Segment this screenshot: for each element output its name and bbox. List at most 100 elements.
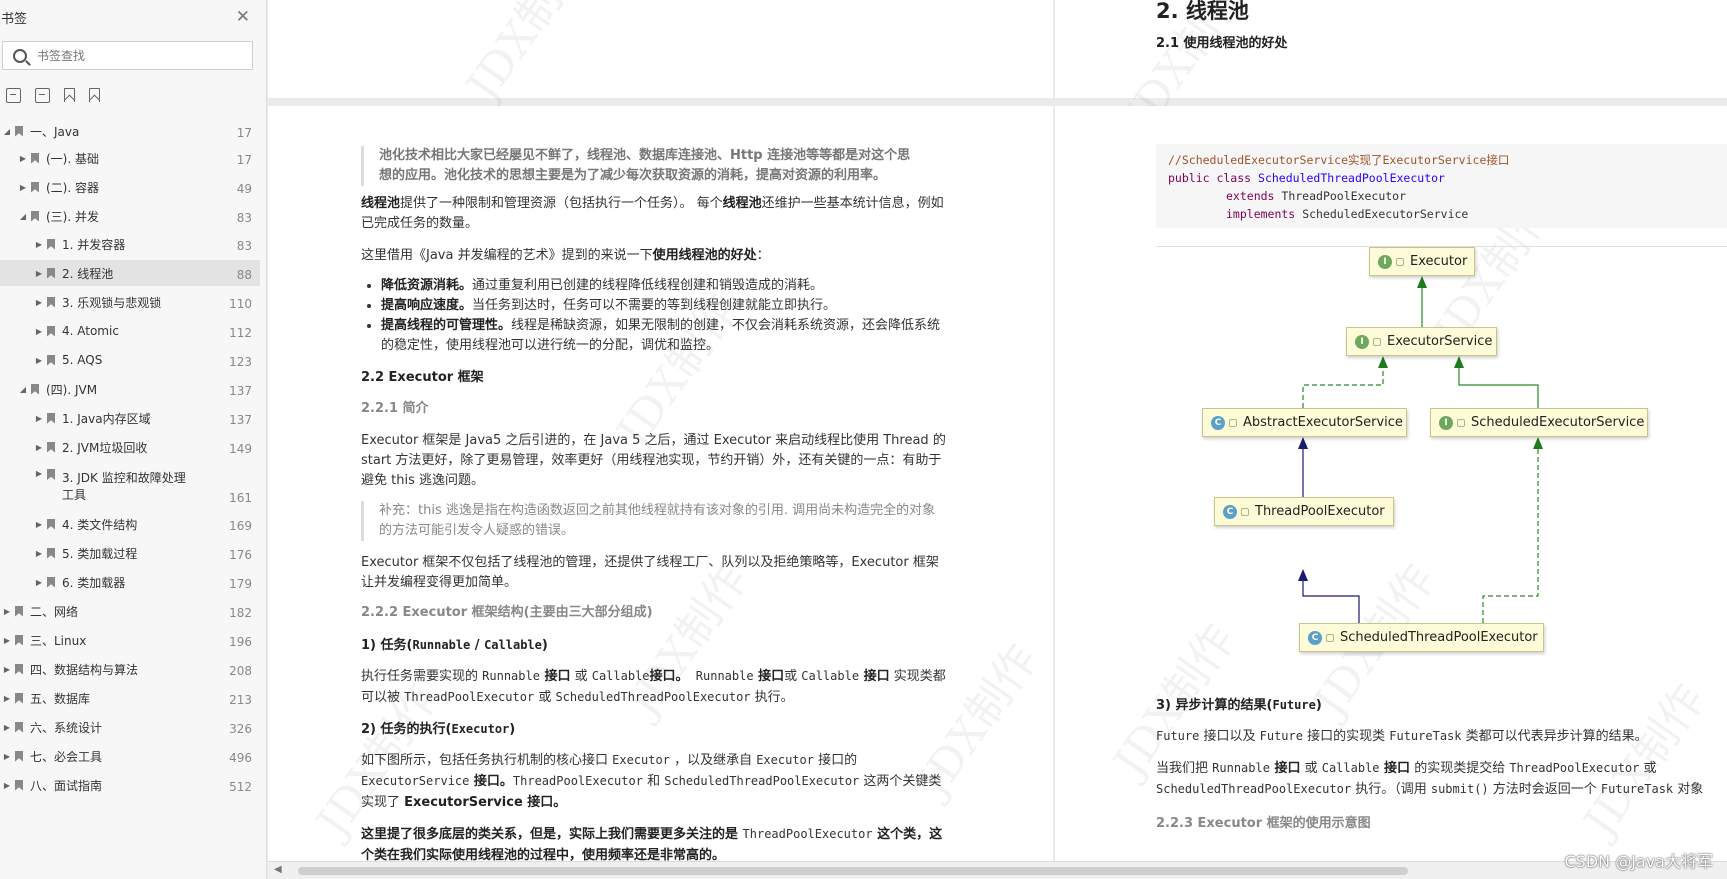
- horizontal-scrollbar[interactable]: ◀: [268, 861, 1727, 879]
- expand-arrow-icon[interactable]: ▶: [35, 240, 43, 249]
- expand-arrow-icon[interactable]: ▶: [19, 154, 27, 163]
- text: 执行。（调用: [1351, 782, 1431, 797]
- add-bookmark-icon[interactable]: [64, 88, 75, 102]
- bookmark-item[interactable]: ▶ 五、数据库 213: [0, 685, 260, 711]
- bookmark-item[interactable]: ▶ 4. Atomic 112: [0, 318, 260, 344]
- text: 和: [642, 774, 665, 789]
- delete-bookmark-icon[interactable]: [89, 88, 100, 102]
- bookmark-item[interactable]: ▶ 八、面试指南 512: [0, 772, 260, 798]
- bold-text: 接口: [539, 669, 571, 684]
- bookmark-icon: [47, 576, 55, 588]
- text: 当任务到达时，任务可以不需要的等到线程创建就能立即执行。: [472, 298, 837, 313]
- expand-all-icon[interactable]: [6, 87, 21, 103]
- bookmark-page-number: 196: [229, 635, 252, 649]
- uml-arrowhead: [1533, 437, 1543, 449]
- heading-thread-pool: 2. 线程池: [1156, 0, 1249, 23]
- bookmark-item[interactable]: ◢ (三). 并发 83: [0, 203, 260, 229]
- expand-arrow-icon[interactable]: ▶: [35, 578, 43, 587]
- bookmark-label-text: 2. JVM垃圾回收: [62, 440, 148, 455]
- bookmark-item[interactable]: ▶ 6. 类加载器 179: [0, 569, 260, 595]
- bold-text: 接口: [1379, 761, 1411, 776]
- bookmark-label: 1. Java内存区域: [62, 410, 151, 427]
- bookmark-item[interactable]: ▶ 5. AQS 123: [0, 347, 260, 373]
- code-text: Executor: [612, 753, 670, 767]
- expand-arrow-icon[interactable]: ▶: [35, 356, 43, 365]
- bookmark-label-text: 4. 类文件结构: [62, 517, 138, 532]
- expand-arrow-icon[interactable]: ▶: [35, 443, 43, 452]
- expand-arrow-icon[interactable]: ◢: [3, 127, 11, 136]
- bookmark-item[interactable]: ▶ 四、数据结构与算法 208: [0, 656, 260, 682]
- bold-text: 降低资源消耗。: [381, 278, 473, 293]
- bookmark-item[interactable]: ▶ 2. JVM垃圾回收 149: [0, 434, 260, 460]
- bookmark-item[interactable]: ▶ 六、系统设计 326: [0, 714, 260, 740]
- bookmark-item[interactable]: ▶ 3. JDK 监控和故障处理 工具 161: [0, 463, 260, 507]
- bookmark-label: 1. 并发容器: [62, 236, 125, 253]
- bookmark-item[interactable]: ▶ 4. 类文件结构 169: [0, 511, 260, 537]
- expand-arrow-icon[interactable]: ▶: [35, 520, 43, 529]
- bookmark-icon: [47, 441, 55, 453]
- bookmark-icon: [47, 412, 55, 424]
- expand-arrow-icon[interactable]: ▶: [35, 327, 43, 336]
- bookmark-item[interactable]: ▶ 1. 并发容器 83: [0, 231, 260, 257]
- bold-text: 提高线程的可管理性。: [381, 318, 512, 333]
- expand-arrow-icon[interactable]: ▶: [3, 694, 11, 703]
- bookmark-label-text: 八、面试指南: [30, 778, 103, 793]
- code-text: ThreadPoolExecutor: [512, 774, 643, 788]
- expand-arrow-icon[interactable]: ▶: [3, 636, 11, 645]
- bookmark-item[interactable]: ▶ 三、Linux 196: [0, 627, 260, 653]
- bold-text: 这里提了很多底层的类关系，但是，实际上我们需要更多关注的是: [361, 827, 743, 842]
- expand-arrow-icon[interactable]: ▶: [35, 549, 43, 558]
- expand-arrow-icon[interactable]: ▶: [3, 607, 11, 616]
- expand-arrow-icon[interactable]: ◢: [19, 385, 27, 394]
- bookmark-icon: [15, 750, 23, 762]
- bookmark-item[interactable]: ▶ 二、网络 182: [0, 598, 260, 624]
- uml-node-thread-pool-executor: C ThreadPoolExecutor: [1214, 497, 1394, 526]
- scroll-left-icon[interactable]: ◀: [274, 864, 282, 875]
- bookmark-toolbar: [0, 75, 266, 115]
- bold-text: 线程池: [722, 196, 762, 211]
- bookmark-item[interactable]: ◢ 一、Java 17: [0, 118, 260, 144]
- scrollbar-thumb[interactable]: [298, 867, 1408, 875]
- paragraph-future: Future 接口以及 Future 接口的实现类 FutureTask 类都可…: [1156, 726, 1727, 747]
- bookmark-page-number: 83: [236, 239, 252, 253]
- expand-arrow-icon[interactable]: ▶: [3, 781, 11, 790]
- bookmark-page-number: 176: [229, 548, 252, 562]
- page-top-right: 2. 线程池 2.1 使用线程池的好处 JDX制作: [1055, 0, 1727, 140]
- bookmark-item[interactable]: ▶ 3. 乐观锁与悲观锁 110: [0, 289, 260, 315]
- expand-arrow-icon[interactable]: ▶: [3, 665, 11, 674]
- expand-arrow-icon[interactable]: ▶: [35, 414, 43, 423]
- expand-arrow-icon[interactable]: ▶: [35, 269, 43, 278]
- close-icon[interactable]: ✕: [236, 7, 250, 27]
- text: 接口的实现类: [1302, 729, 1390, 744]
- bookmark-item[interactable]: ▶ 2. 线程池 88: [0, 260, 260, 286]
- bookmark-page-number: 17: [236, 126, 252, 140]
- bookmark-label: 五、数据库: [30, 690, 90, 707]
- bookmark-label-text: 6. 类加载器: [62, 575, 126, 590]
- expand-arrow-icon[interactable]: ▶: [19, 183, 27, 192]
- expand-arrow-icon[interactable]: ▶: [35, 469, 43, 478]
- bookmark-label: (三). 并发: [46, 208, 99, 225]
- bookmark-item[interactable]: ▶ (二). 容器 49: [0, 174, 260, 200]
- paragraph-benefits-intro: 这里借用《Java 并发编程的艺术》提到的来说一下使用线程池的好处：: [361, 246, 946, 266]
- bookmark-item[interactable]: ▶ 5. 类加载过程 176: [0, 540, 260, 566]
- bookmark-item[interactable]: ▶ 七、必会工具 496: [0, 743, 260, 769]
- bookmark-search[interactable]: [2, 41, 253, 70]
- expand-arrow-icon[interactable]: ◢: [19, 212, 27, 221]
- watermark: JDX制作: [457, 0, 599, 110]
- bookmark-item[interactable]: ▶ 1. Java内存区域 137: [0, 405, 260, 431]
- bookmark-item[interactable]: ◢ (四). JVM 137: [0, 376, 260, 402]
- expand-arrow-icon[interactable]: ▶: [35, 298, 43, 307]
- bookmark-search-input[interactable]: [37, 48, 237, 63]
- heading-benefits: 2.1 使用线程池的好处: [1156, 36, 1288, 51]
- bookmark-page-number: 49: [236, 182, 252, 196]
- expand-arrow-icon[interactable]: ▶: [3, 752, 11, 761]
- bookmark-icon: [31, 210, 39, 222]
- uml-node-label: ExecutorService: [1387, 334, 1493, 349]
- collapse-all-icon[interactable]: [35, 87, 50, 103]
- text: 3) 异步计算的结果(: [1156, 698, 1273, 713]
- expand-arrow-icon[interactable]: ▶: [3, 723, 11, 732]
- bookmark-item[interactable]: ▶ (一). 基础 17: [0, 145, 260, 171]
- text: 执行任务需要实现的: [361, 669, 483, 684]
- paragraph-execution: 如下图所示，包括任务执行机制的核心接口 Executor ，以及继承自 Exec…: [361, 750, 946, 813]
- uml-arrowhead: [1417, 276, 1427, 288]
